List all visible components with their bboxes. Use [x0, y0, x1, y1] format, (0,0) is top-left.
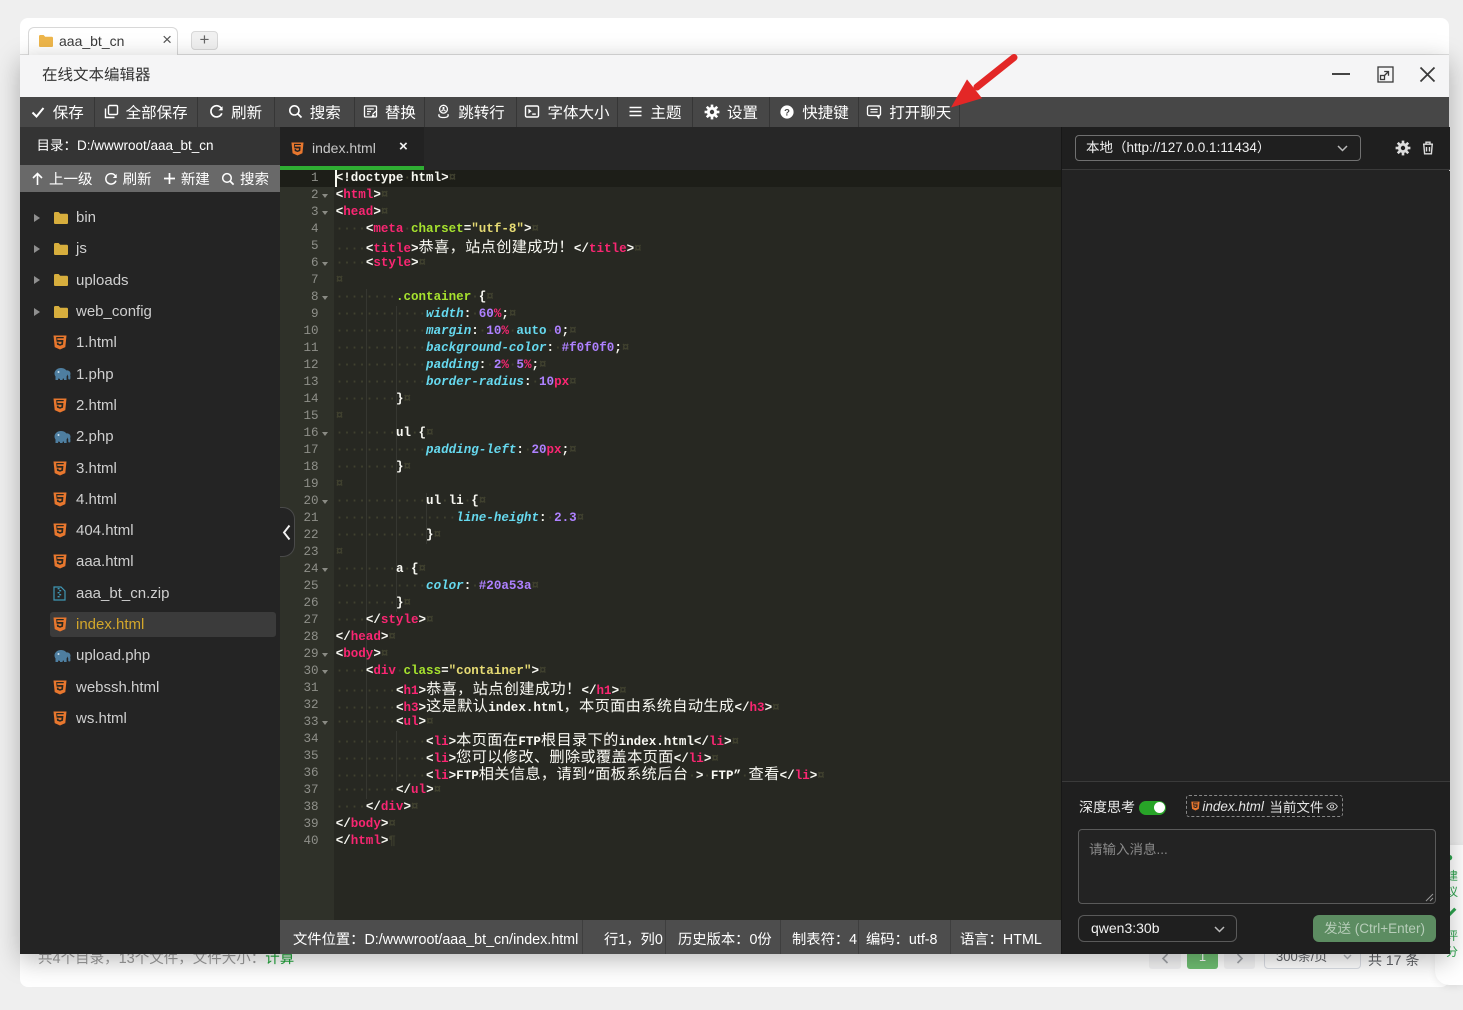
svg-text:?: ? [784, 107, 790, 118]
